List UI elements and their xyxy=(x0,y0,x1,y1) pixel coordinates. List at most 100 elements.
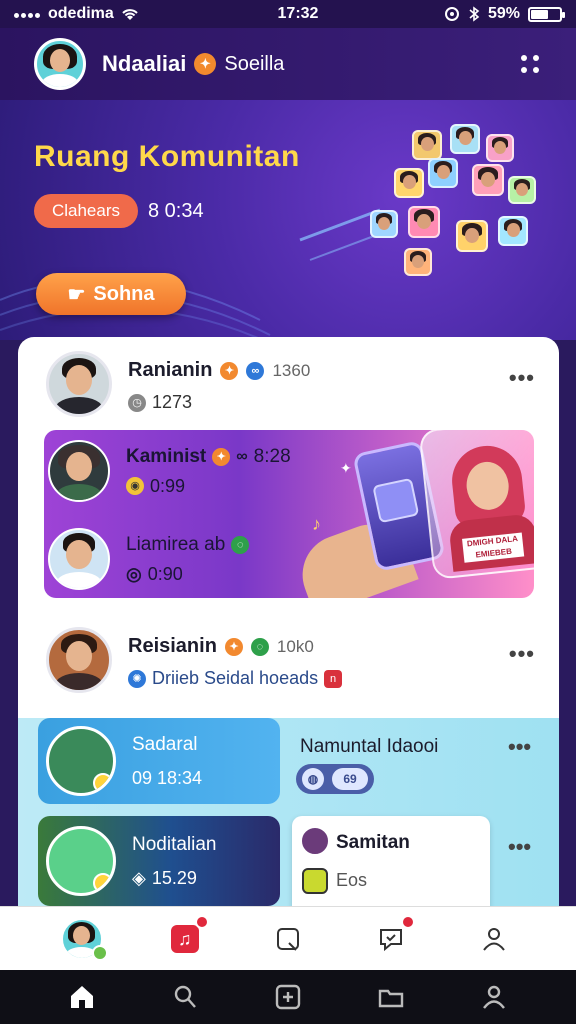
featured-creator-card[interactable]: DMIGH DALA EMIEBEB xyxy=(418,430,534,580)
fire-icon: ✦ xyxy=(194,53,217,75)
member-card-more-icon[interactable]: ••• xyxy=(508,834,531,860)
channel-title: Sadaral xyxy=(132,733,198,755)
alarm-icon xyxy=(444,7,459,21)
promo-banner[interactable]: DMIGH DALA EMIEBEB ✦ ♪ Kaminist ✦ ∞ 8:28… xyxy=(44,430,534,598)
hero-badge: Clahears xyxy=(34,194,138,228)
promo-sub: 0:99 xyxy=(150,475,186,496)
channel-meta: ◈ 15.29 xyxy=(132,868,217,889)
tab-music[interactable]: ♫ xyxy=(163,914,209,961)
member-tile xyxy=(408,206,440,238)
creator-illustration: DMIGH DALA EMIEBEB xyxy=(441,442,534,572)
sparkle-icon: ✦ xyxy=(340,460,352,476)
channel-card[interactable]: Noditalian ◈ 15.29 xyxy=(38,816,280,906)
more-grid-icon[interactable] xyxy=(518,52,542,76)
carrier-name: odedima xyxy=(48,5,114,22)
hero-action-button[interactable]: ☛ Sohna xyxy=(36,273,186,315)
side-card-more-icon[interactable]: ••• xyxy=(508,734,531,760)
avatar-shirt xyxy=(55,673,103,690)
post-author: Ranianin xyxy=(128,359,213,381)
link-icon: ∞ xyxy=(236,447,248,465)
notification-dot xyxy=(401,914,416,929)
channel-thumb xyxy=(46,826,116,896)
tag-icon: n xyxy=(324,669,343,688)
side-card-title: Namuntal Idaooi xyxy=(300,736,439,757)
search-icon xyxy=(174,985,196,1008)
battery-percent: 59% xyxy=(487,5,520,22)
post-meta-value: Driieb Seidal hoeads xyxy=(152,668,319,688)
person-icon xyxy=(483,985,506,1009)
app-header: Ndaaliai ✦ Soeilla xyxy=(0,28,576,100)
nav-profile[interactable] xyxy=(476,979,512,1015)
folder-icon xyxy=(378,989,404,1008)
system-nav-bar xyxy=(0,970,576,1024)
wifi-icon xyxy=(122,9,138,20)
battery-level xyxy=(531,9,548,19)
member-sub: Eos xyxy=(336,870,368,890)
user-name: Ndaaliai xyxy=(102,51,187,76)
user-tag: Soeilla xyxy=(224,52,285,75)
promo-row[interactable]: Kaminist ✦ ∞ 8:28 ◉ 0:99 xyxy=(48,440,291,502)
post-meta: ✺ Driieb Seidal hoeads n xyxy=(128,668,343,689)
hero-title: Ruang Komunitan xyxy=(34,140,300,173)
tab-chat[interactable] xyxy=(369,914,416,961)
post-count: 10k0 xyxy=(276,636,314,656)
avatar-shirt xyxy=(55,397,103,414)
app-tab-bar: ♫ xyxy=(0,906,576,970)
member-tile xyxy=(412,130,442,160)
post-more-icon[interactable]: ••• xyxy=(509,641,535,667)
music-note-icon: ♪ xyxy=(312,514,321,534)
hero-time: 8 0:34 xyxy=(148,200,204,222)
member-photo-collage xyxy=(360,110,560,280)
post-header: Reisianin ✦ ◌ 10k0 xyxy=(128,635,342,658)
coin-icon: ◉ xyxy=(126,477,144,495)
post-avatar[interactable] xyxy=(46,627,112,693)
user-avatar[interactable] xyxy=(34,38,86,90)
avatar-face xyxy=(65,364,93,395)
promo-row[interactable]: Liamirea ab ◌ ◎ 0:90 xyxy=(48,528,250,590)
member-tile xyxy=(404,248,432,276)
nav-folder[interactable] xyxy=(373,979,409,1015)
side-card-pill-text: 69 xyxy=(332,768,368,790)
nav-home[interactable] xyxy=(64,979,100,1015)
feed-post[interactable]: Ranianin ✦ ∞ 1360 ◷ 1273 ••• xyxy=(18,351,559,421)
member-tile xyxy=(370,210,398,238)
feed-post[interactable]: Reisianin ✦ ◌ 10k0 ✺ Driieb Seidal hoead… xyxy=(18,627,559,697)
member-tile xyxy=(450,124,480,154)
bluetooth-icon xyxy=(469,6,480,22)
channel-card[interactable]: Sadaral 09 18:34 xyxy=(38,718,280,804)
folder-icon xyxy=(302,868,328,894)
channel-meta-value: 09 18:34 xyxy=(132,767,203,788)
status-bar: odedima 17:32 59% xyxy=(0,0,576,28)
post-more-icon[interactable]: ••• xyxy=(509,365,535,391)
fire-icon: ✦ xyxy=(220,361,239,380)
member-card[interactable]: Samitan Eos xyxy=(292,816,490,916)
hero-button-label: Sohna xyxy=(93,282,155,305)
bookmark-icon xyxy=(276,927,299,951)
nav-search[interactable] xyxy=(167,979,203,1015)
add-icon xyxy=(275,984,301,1010)
side-card-pill[interactable]: ◍ 69 xyxy=(296,764,374,794)
promo-meta: 8:28 xyxy=(253,445,291,467)
member-tile xyxy=(456,220,488,252)
post-avatar[interactable] xyxy=(46,351,112,417)
member-tile xyxy=(472,164,504,196)
tab-saved[interactable] xyxy=(266,917,310,961)
fire-icon: ✦ xyxy=(224,637,243,656)
tab-profile[interactable] xyxy=(60,917,108,961)
home-icon xyxy=(70,986,93,1008)
member-name: Samitan xyxy=(336,832,410,853)
community-hero-banner: Ruang Komunitan Clahears 8 0:34 ☛ Sohna xyxy=(0,100,576,340)
fire-icon: ✦ xyxy=(212,447,231,466)
header-title: Ndaaliai ✦ Soeilla xyxy=(102,51,284,77)
post-text: Reisianin ✦ ◌ 10k0 ✺ Driieb Seidal hoead… xyxy=(128,635,343,689)
nav-add[interactable] xyxy=(270,979,306,1015)
post-text: Ranianin ✦ ∞ 1360 ◷ 1273 xyxy=(128,359,310,413)
channel-meta: 09 18:34 xyxy=(132,768,202,789)
channel-thumb xyxy=(46,726,116,796)
music-icon: ♫ xyxy=(170,924,199,953)
status-right: 59% xyxy=(412,5,565,23)
tab-account[interactable] xyxy=(472,917,516,961)
channel-title: Noditalian xyxy=(132,833,217,855)
status-time: 17:32 xyxy=(277,5,319,22)
coin-icon: ◎ xyxy=(126,563,142,584)
